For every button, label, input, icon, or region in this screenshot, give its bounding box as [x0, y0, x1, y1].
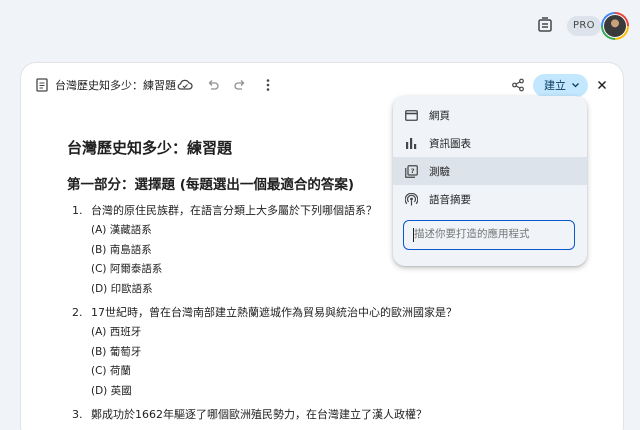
podcast-icon — [404, 192, 418, 206]
text-caret — [413, 228, 414, 242]
cloud-icon[interactable] — [176, 76, 194, 94]
question-number: 2. — [72, 306, 83, 319]
answer-option: (A) 西班牙 — [91, 326, 142, 338]
menu-item-quiz[interactable]: ? 測驗 — [393, 157, 587, 185]
input-placeholder: 描述你要打造的應用程式 — [414, 228, 530, 240]
answer-option: (D) 印歐語系 — [91, 282, 153, 295]
more-vert-icon[interactable] — [259, 76, 277, 94]
quiz-icon: ? — [404, 164, 418, 178]
share-icon[interactable] — [509, 76, 527, 94]
menu-item-label: 網頁 — [429, 109, 450, 122]
document-title: 台灣歷史知多少：練習題 — [55, 79, 176, 92]
answer-option: (D) 英國 — [91, 384, 132, 397]
menu-item-label: 測驗 — [429, 165, 450, 178]
question-number: 3. — [72, 408, 83, 421]
top-bar: PRO — [0, 0, 640, 52]
menu-item-audio-overview[interactable]: 語音摘要 — [393, 185, 587, 213]
menu-item-label: 語音摘要 — [429, 193, 471, 206]
question-2: 2. 17世紀時，曾在台灣南部建立熱蘭遮城作為貿易與統治中心的歐洲國家是？ (A)… — [67, 303, 623, 401]
app-description-input[interactable]: 描述你要打造的應用程式 — [403, 220, 575, 250]
question-text: 17世紀時，曾在台灣南部建立熱蘭遮城作為貿易與統治中心的歐洲國家是？ — [91, 306, 457, 319]
close-icon[interactable] — [593, 76, 611, 94]
create-button-label: 建立 — [544, 79, 566, 92]
document-gear-icon[interactable] — [536, 16, 554, 34]
document-icon — [33, 76, 51, 94]
menu-item-infographic[interactable]: 資訊圖表 — [393, 129, 587, 157]
avatar[interactable] — [601, 12, 629, 40]
create-button[interactable]: 建立 — [533, 74, 588, 97]
svg-text:?: ? — [410, 167, 414, 175]
redo-icon[interactable] — [231, 76, 249, 94]
webpage-icon — [404, 108, 418, 122]
question-number: 1. — [72, 204, 83, 217]
menu-item-label: 資訊圖表 — [429, 137, 471, 150]
answer-option: (B) 葡萄牙 — [91, 345, 142, 358]
pro-badge[interactable]: PRO — [567, 16, 601, 36]
menu-item-webpage[interactable]: 網頁 — [393, 101, 587, 129]
create-menu: 網頁 資訊圖表 ? 測驗 語音摘要 描述你要打造的應用程式 — [393, 96, 587, 266]
question-3: 3. 鄭成功於1662年驅逐了哪個歐洲殖民勢力，在台灣建立了漢人政權？ — [67, 405, 623, 425]
undo-icon[interactable] — [204, 76, 222, 94]
question-text: 鄭成功於1662年驅逐了哪個歐洲殖民勢力，在台灣建立了漢人政權？ — [91, 408, 427, 421]
bar-chart-icon — [404, 136, 418, 150]
question-text: 台灣的原住民族群，在語言分類上大多屬於下列哪個語系？ — [91, 204, 377, 217]
answer-option: (C) 荷蘭 — [91, 365, 131, 377]
